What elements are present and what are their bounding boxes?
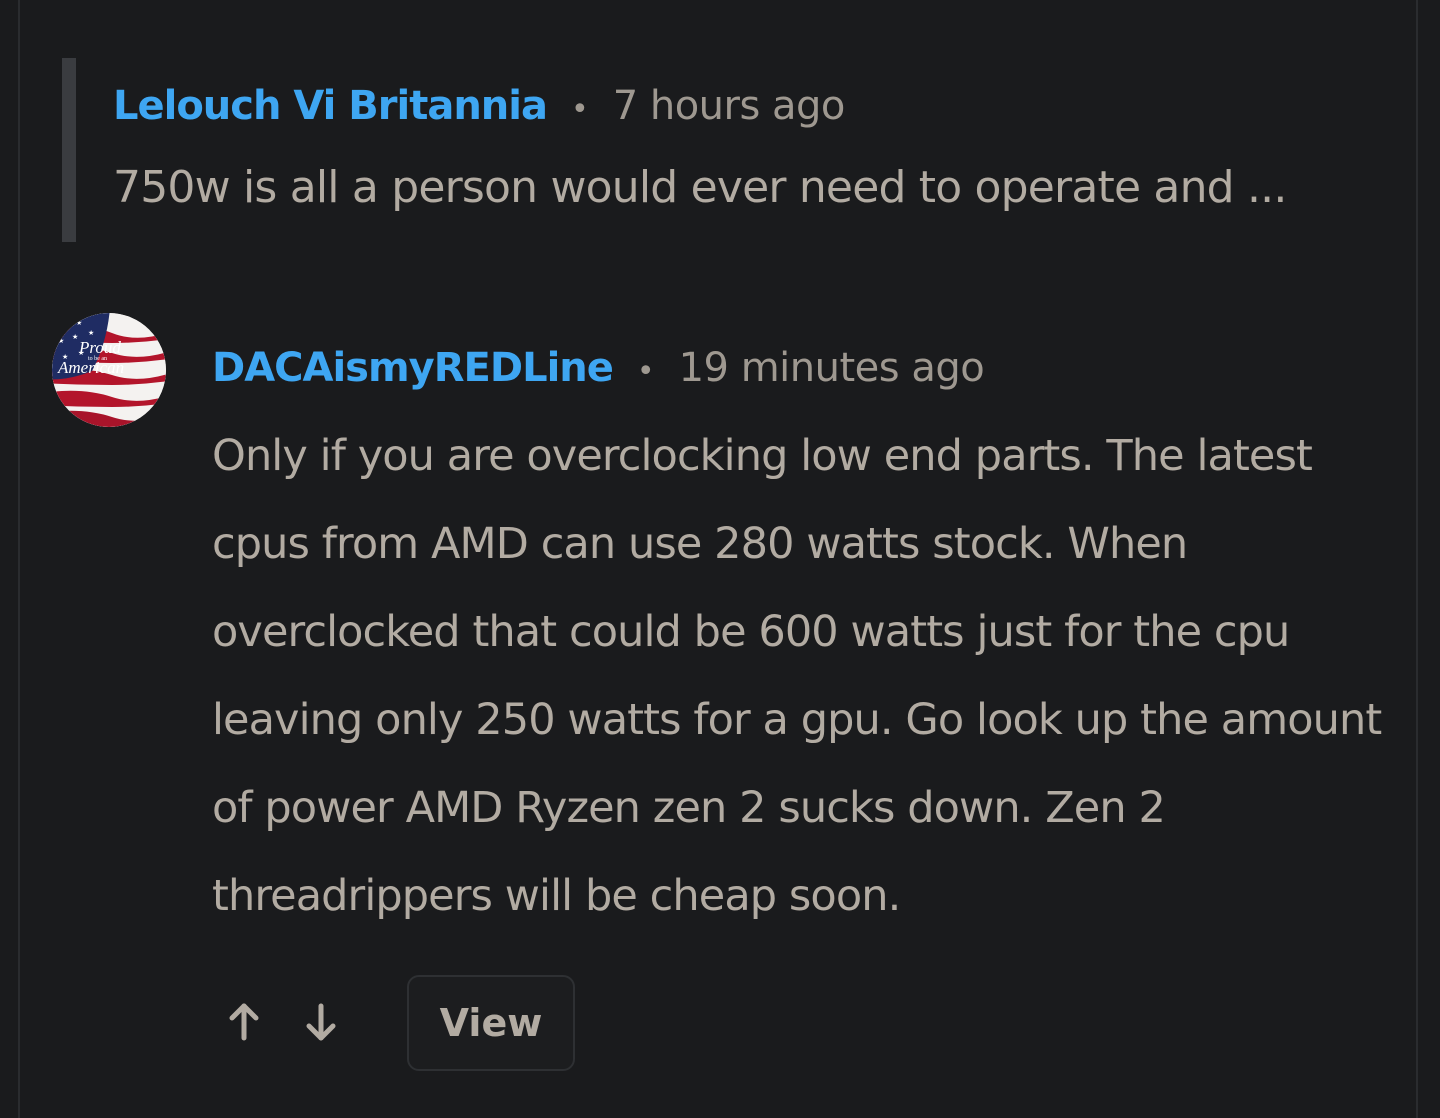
parent-comment-snippet: 750w is all a person would ever need to … [113, 162, 1287, 213]
view-button[interactable]: View [407, 975, 575, 1071]
arrow-up-icon [229, 1003, 259, 1041]
parent-comment-meta: Lelouch Vi Britannia • 7 hours ago [113, 78, 845, 138]
quote-bar [62, 58, 76, 242]
svg-text:★: ★ [88, 329, 94, 337]
avatar-image: ★ ★ ★ ★ ★ ★ ★ Proud to be an American [52, 313, 166, 427]
comment-body: Only if you are overclocking low end par… [212, 431, 1382, 921]
comment-timestamp: 19 minutes ago [678, 345, 985, 391]
meta-separator: • [570, 92, 589, 127]
parent-author-link[interactable]: Lelouch Vi Britannia [113, 83, 548, 129]
american-flag-avatar[interactable]: ★ ★ ★ ★ ★ ★ ★ Proud to be an American [52, 313, 166, 427]
svg-text:★: ★ [72, 333, 78, 341]
upvote-button[interactable] [220, 996, 268, 1048]
parent-timestamp: 7 hours ago [612, 83, 846, 129]
quoted-parent-comment[interactable]: Lelouch Vi Britannia • 7 hours ago 750w is… [62, 58, 1402, 242]
comment-author-link[interactable]: DACAismyREDLine [212, 345, 614, 391]
svg-text:American: American [57, 358, 124, 377]
comment-meta: DACAismyREDLine • 19 minutes ago [212, 340, 985, 400]
meta-separator: • [636, 354, 655, 389]
arrow-down-icon [306, 1003, 336, 1041]
svg-text:Proud: Proud [78, 338, 121, 357]
downvote-button[interactable] [297, 996, 345, 1048]
